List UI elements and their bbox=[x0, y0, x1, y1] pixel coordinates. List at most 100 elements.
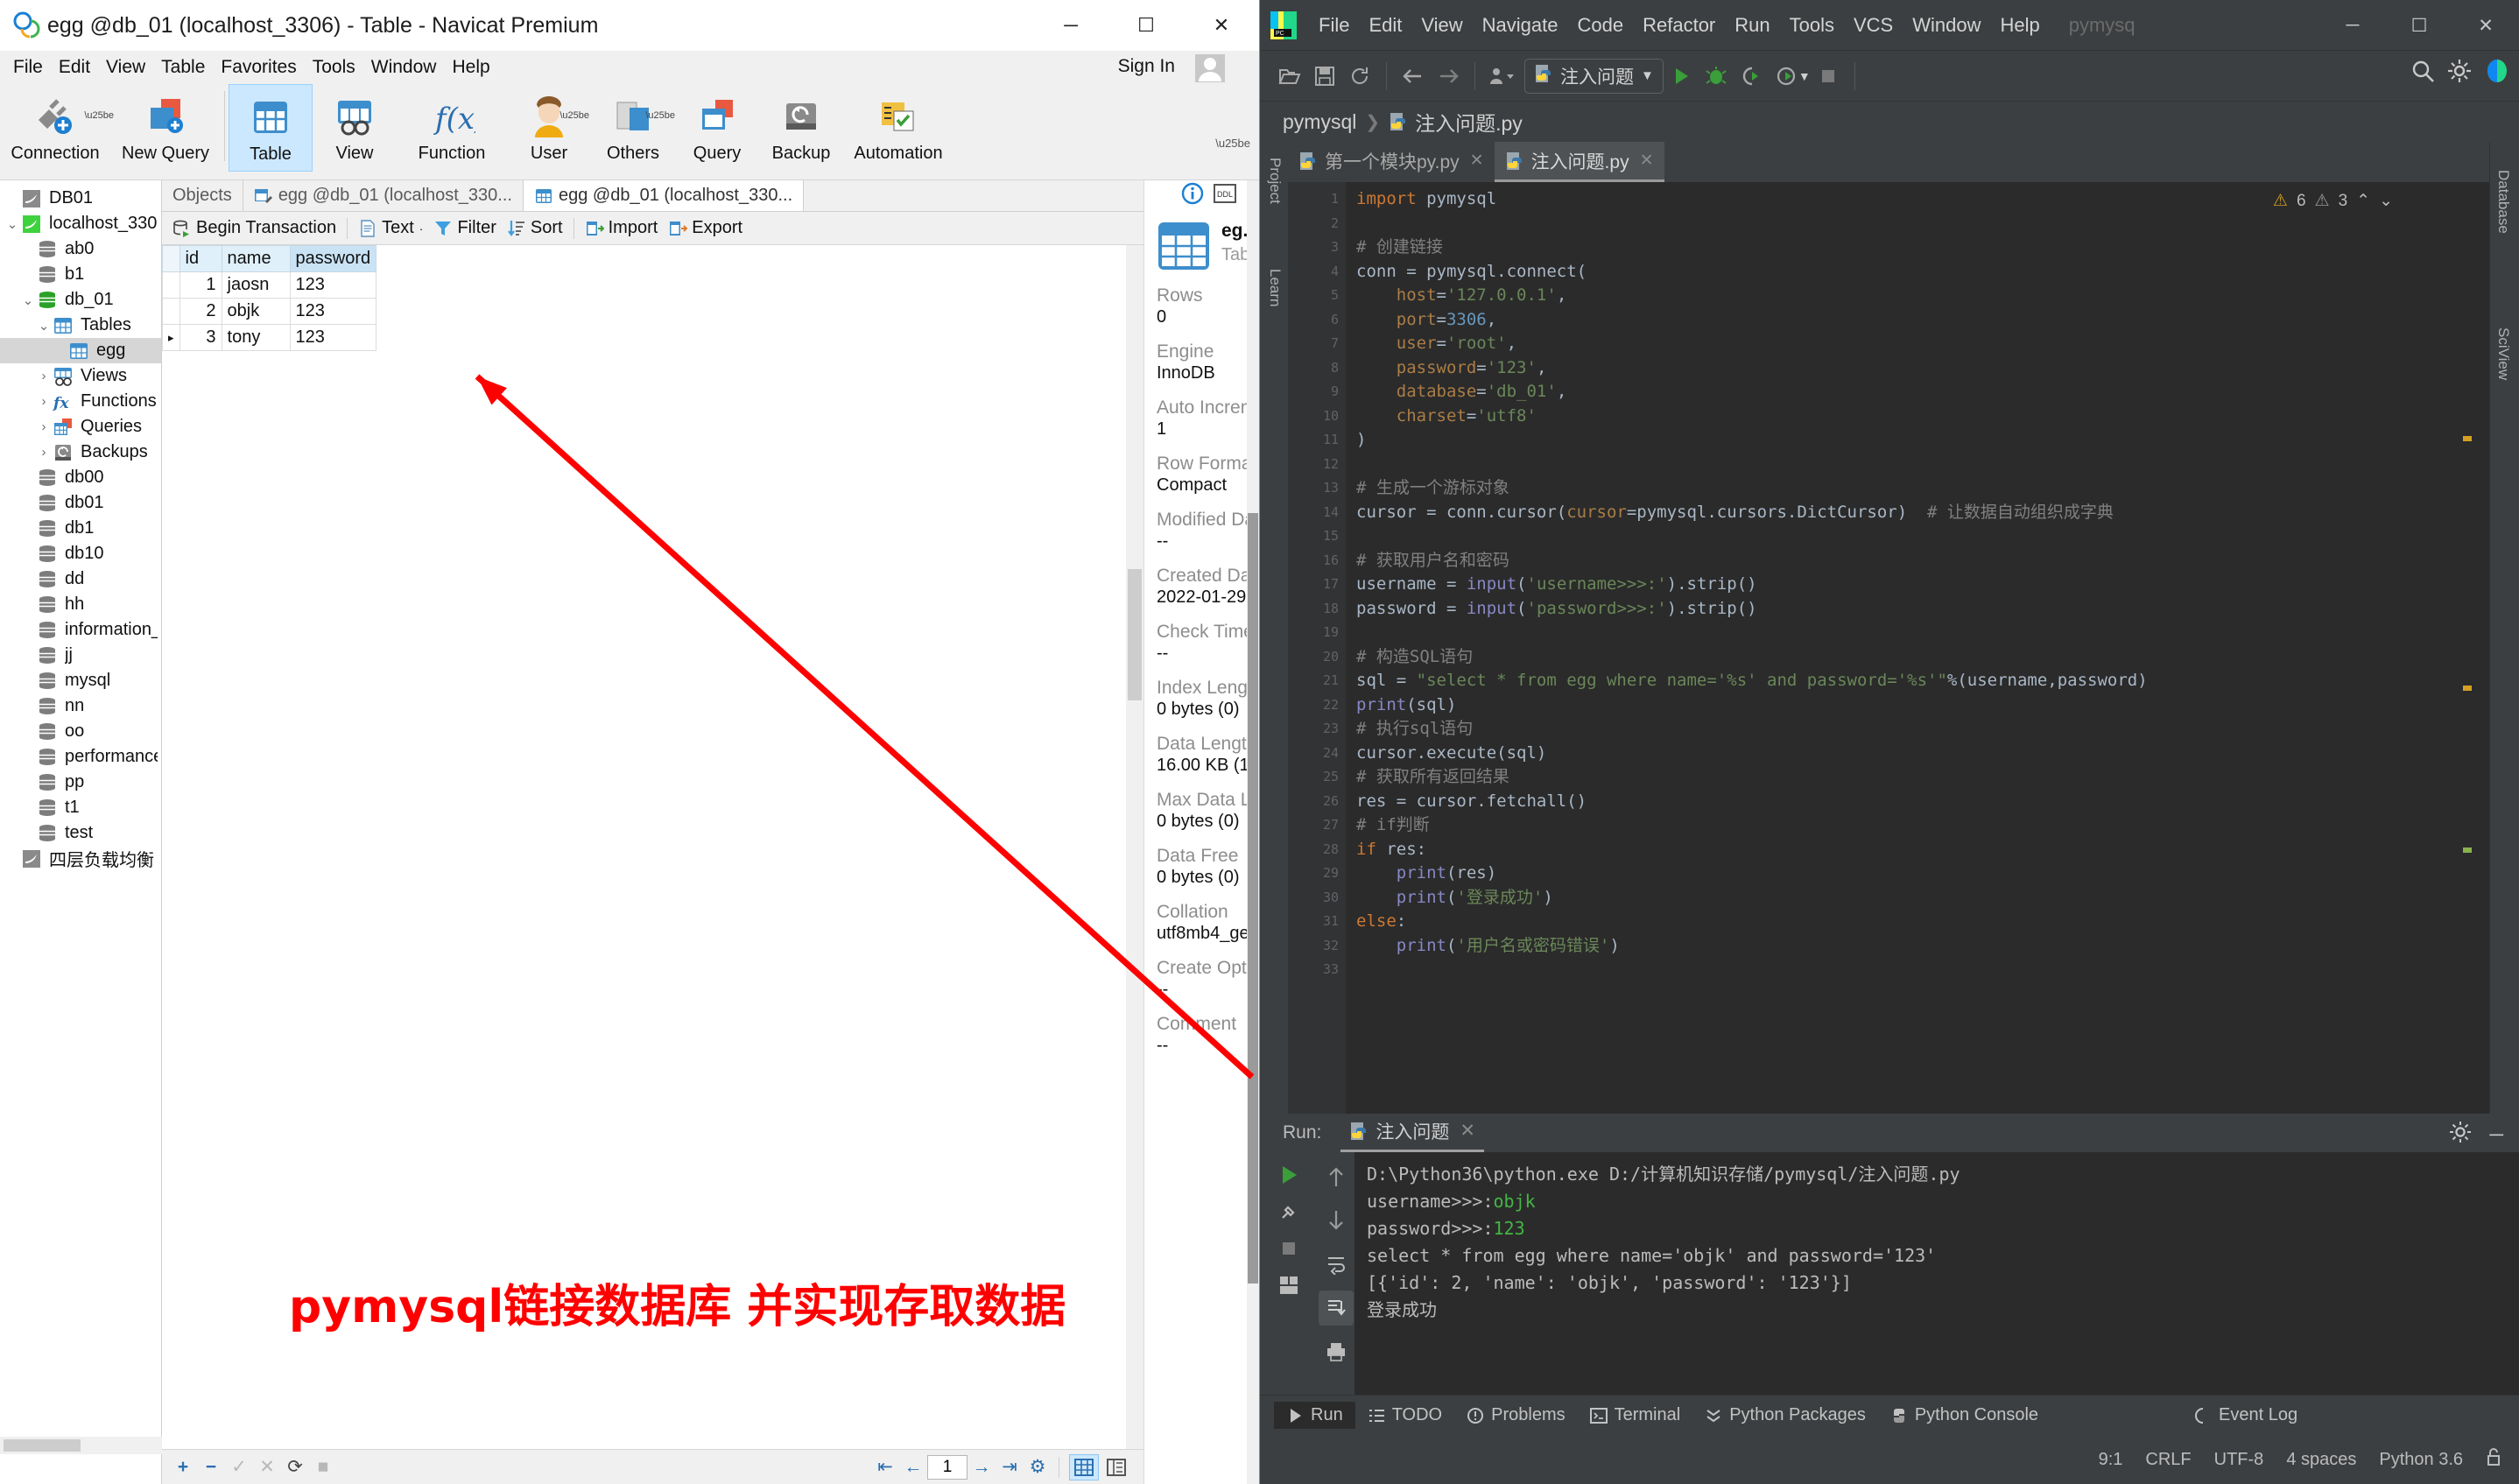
save-icon[interactable] bbox=[1307, 59, 1342, 94]
menu-refactor[interactable]: Refactor bbox=[1633, 11, 1725, 40]
tree-item-test[interactable]: test bbox=[0, 820, 161, 846]
minimize-button[interactable]: ─ bbox=[1033, 0, 1108, 51]
table-row[interactable]: 1 jaosn 123 bbox=[162, 271, 377, 299]
open-folder-icon[interactable] bbox=[1272, 59, 1307, 94]
chevron-down-icon[interactable]: \u25be bbox=[559, 110, 589, 121]
tool-window-event-log[interactable]: Event Log bbox=[2182, 1402, 2310, 1429]
info-icon[interactable] bbox=[1181, 182, 1204, 209]
tree-hscrollbar-thumb[interactable] bbox=[4, 1439, 81, 1452]
first-page-button[interactable]: ⇤ bbox=[871, 1454, 899, 1480]
tab-table-designer[interactable]: egg @db_01 (localhost_330... bbox=[243, 180, 524, 211]
tree-twisty-icon[interactable]: › bbox=[35, 419, 53, 434]
tree-item-tables[interactable]: ⌄ Tables bbox=[0, 313, 161, 338]
prev-page-button[interactable]: ← bbox=[899, 1454, 927, 1480]
menu-vcs[interactable]: VCS bbox=[1844, 11, 1903, 40]
search-icon[interactable] bbox=[2410, 59, 2435, 88]
menu-tools[interactable]: Tools bbox=[305, 53, 363, 81]
inspection-widget[interactable]: ⚠ 6 ⚠ 3 ⌃ ⌄ bbox=[2273, 191, 2393, 211]
tree-item-performance[interactable]: performance_ bbox=[0, 744, 161, 770]
tree-item-nn[interactable]: nn bbox=[0, 693, 161, 719]
toolbar-view[interactable]: View bbox=[313, 84, 397, 172]
line-separator[interactable]: CRLF bbox=[2145, 1450, 2191, 1470]
sync-icon[interactable] bbox=[1342, 59, 1377, 94]
console-output[interactable]: D:\Python36\python.exe D:/计算机知识存储/pymysq… bbox=[1354, 1152, 2519, 1395]
cell-id[interactable]: 2 bbox=[179, 298, 222, 325]
tool-window-terminal[interactable]: Terminal bbox=[1578, 1402, 1693, 1429]
object-tree[interactable]: DB01 ⌄ localhost_3306 ab0 b1 ⌄ db_01 ⌄ Tables egg… bbox=[0, 180, 162, 1484]
file-encoding[interactable]: UTF-8 bbox=[2214, 1450, 2264, 1470]
toolbar-table[interactable]: Table bbox=[229, 84, 313, 172]
grid-vscrollbar[interactable] bbox=[1126, 245, 1143, 1449]
tree-item-db1[interactable]: db1 bbox=[0, 516, 161, 541]
apply-changes-button[interactable]: ✓ bbox=[225, 1454, 253, 1480]
rail-learn[interactable]: Learn bbox=[1266, 269, 1284, 306]
chevron-down-icon[interactable]: \u25be bbox=[645, 110, 675, 121]
page-settings-button[interactable]: ⚙ bbox=[1024, 1454, 1052, 1480]
rail-project[interactable]: Project bbox=[1266, 158, 1284, 204]
filter-button[interactable]: Filter bbox=[428, 218, 501, 238]
menu-edit[interactable]: Edit bbox=[51, 53, 98, 81]
close-button[interactable]: ✕ bbox=[2452, 0, 2519, 51]
tree-twisty-icon[interactable]: ⌄ bbox=[35, 318, 53, 334]
tree-item-egg[interactable]: egg bbox=[0, 338, 161, 363]
editor-marker-ok[interactable] bbox=[2463, 847, 2472, 853]
breadcrumb-file[interactable]: 注入问题.py bbox=[1389, 107, 1523, 137]
cancel-changes-button[interactable]: ✕ bbox=[253, 1454, 281, 1480]
tree-item-queries[interactable]: › Queries bbox=[0, 414, 161, 440]
cell-name[interactable]: objk bbox=[221, 298, 291, 325]
table-row[interactable]: 2 objk 123 bbox=[162, 298, 377, 325]
breadcrumb-project[interactable]: pymysql bbox=[1283, 110, 1356, 134]
toolbar-user[interactable]: User \u25be bbox=[507, 84, 591, 172]
tool-window-problems[interactable]: Problems bbox=[1454, 1402, 1577, 1429]
menu-help[interactable]: Help bbox=[444, 53, 497, 81]
refresh-button[interactable]: ⟳ bbox=[281, 1454, 309, 1480]
tree-item-t1[interactable]: t1 bbox=[0, 795, 161, 820]
rail-database[interactable]: Database bbox=[2487, 159, 2519, 244]
grid-column-header-id[interactable]: id bbox=[179, 245, 222, 272]
add-record-button[interactable]: + bbox=[169, 1454, 197, 1480]
maximize-button[interactable]: ☐ bbox=[1108, 0, 1184, 51]
code-editor[interactable]: 1 2 3 4 5 6 7 8 9 10 11 12 13 14 15 16 17 18 19 20 21 22 23 24 2… bbox=[1288, 182, 2489, 1114]
menu-edit[interactable]: Edit bbox=[1359, 11, 1411, 40]
cell-password[interactable]: 123 bbox=[289, 324, 377, 351]
editor-marker-warning[interactable] bbox=[2463, 686, 2472, 691]
tree-item-views[interactable]: › Views bbox=[0, 363, 161, 389]
chevron-down-icon[interactable]: ▼ bbox=[1798, 69, 1811, 83]
grid-vscrollbar-thumb[interactable] bbox=[1128, 569, 1142, 700]
user-avatar-icon[interactable] bbox=[1186, 53, 1235, 82]
page-number-input[interactable]: 1 bbox=[927, 1454, 967, 1480]
text-button[interactable]: Text · bbox=[353, 218, 428, 238]
python-interpreter[interactable]: Python 3.6 bbox=[2379, 1450, 2463, 1470]
remove-record-button[interactable]: − bbox=[197, 1454, 225, 1480]
menu-help[interactable]: Help bbox=[1990, 11, 2049, 40]
toolbar-automation[interactable]: Automation bbox=[843, 84, 953, 172]
cell-id[interactable]: 1 bbox=[179, 271, 222, 299]
code-text[interactable]: import pymysql # 创建链接 conn = pymysql.conn… bbox=[1346, 182, 2489, 1114]
tree-item-oo[interactable]: oo bbox=[0, 719, 161, 744]
menu-run[interactable]: Run bbox=[1725, 11, 1779, 40]
toolbar-connection[interactable]: Connection \u25be bbox=[0, 84, 114, 172]
menu-window[interactable]: Window bbox=[363, 53, 445, 81]
tree-item-jj[interactable]: jj bbox=[0, 643, 161, 668]
menu-favorites[interactable]: Favorites bbox=[213, 53, 304, 81]
tree-item-backups[interactable]: › Backups bbox=[0, 440, 161, 465]
tree-item-information-s[interactable]: information_s bbox=[0, 617, 161, 643]
toolbar-others[interactable]: Others \u25be bbox=[591, 84, 675, 172]
toolbar-overflow-icon[interactable]: \u25be bbox=[1215, 137, 1250, 150]
run-configuration-selector[interactable]: 注入问题 ▼ bbox=[1524, 58, 1664, 94]
rail-sciview[interactable]: SciView bbox=[2487, 317, 2519, 390]
grid-column-header-name[interactable]: name bbox=[221, 245, 291, 272]
tree-item-db01[interactable]: DB01 bbox=[0, 186, 161, 211]
soft-wrap-icon[interactable] bbox=[1319, 1247, 1354, 1282]
tree-item-localhost-3306[interactable]: ⌄ localhost_3306 bbox=[0, 211, 161, 236]
forward-arrow-icon[interactable] bbox=[1431, 59, 1466, 94]
cell-password[interactable]: 123 bbox=[289, 271, 377, 299]
chevron-down-icon[interactable]: ▼ bbox=[1641, 68, 1654, 83]
file-tab-0[interactable]: 第一个模块py.py ✕ bbox=[1288, 142, 1495, 182]
tree-item-mysql[interactable]: mysql bbox=[0, 668, 161, 693]
scroll-up-icon[interactable] bbox=[1319, 1159, 1354, 1194]
close-icon[interactable]: ✕ bbox=[1460, 1120, 1475, 1142]
menu-file[interactable]: File bbox=[5, 53, 51, 81]
maximize-button[interactable]: ☐ bbox=[2386, 0, 2452, 51]
close-button[interactable]: ✕ bbox=[1184, 0, 1259, 51]
